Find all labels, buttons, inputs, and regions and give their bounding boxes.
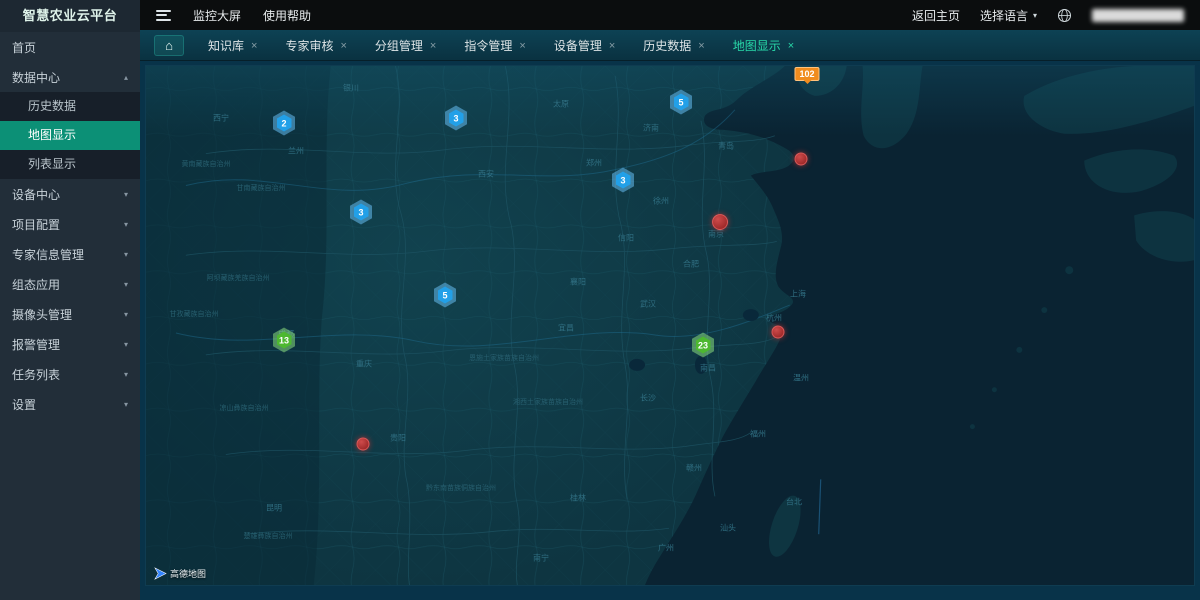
map-point-marker[interactable] <box>357 438 370 451</box>
chevron-down-icon: ▾ <box>124 220 128 229</box>
globe-icon[interactable] <box>1057 8 1072 23</box>
sidebar-item-map-display[interactable]: 地图显示 <box>0 121 140 150</box>
sidebar-item-label: 项目配置 <box>12 216 60 233</box>
close-icon[interactable]: × <box>609 40 615 52</box>
chevron-down-icon: ▾ <box>124 310 128 319</box>
topbar-right: 返回主页 选择语言 ▾ <box>912 7 1184 24</box>
tab-history-data[interactable]: 历史数据 × <box>629 30 718 61</box>
map-canvas[interactable]: 高德地图 西宁兰州银川太原西安郑州济南青岛徐州南京合肥上海杭州武汉长沙南昌温州重… <box>145 65 1195 586</box>
amap-logo-icon <box>154 567 167 580</box>
map-cluster-marker[interactable]: 3 <box>612 168 634 193</box>
help-link[interactable]: 使用帮助 <box>263 7 311 24</box>
tab-label: 地图显示 <box>733 37 781 54</box>
map-cluster-marker[interactable]: 5 <box>434 283 456 308</box>
sidebar-item-task-list[interactable]: 任务列表 ▾ <box>0 359 140 389</box>
chevron-down-icon: ▾ <box>124 340 128 349</box>
main-area: 监控大屏 使用帮助 返回主页 选择语言 ▾ ⌂ 知识库 × <box>140 0 1200 600</box>
hamburger-menu-icon[interactable] <box>156 10 171 21</box>
sidebar-item-scada-app[interactable]: 组态应用 ▾ <box>0 269 140 299</box>
sidebar-item-list-display[interactable]: 列表显示 <box>0 150 140 179</box>
sidebar-nav: 首页 数据中心 ▴ 历史数据 地图显示 列表显示 设备中心 ▾ 项目配置 ▾ 专… <box>0 32 140 419</box>
tab-device-mgmt[interactable]: 设备管理 × <box>540 30 629 61</box>
close-icon[interactable]: × <box>340 40 346 52</box>
tab-expert-review[interactable]: 专家审核 × <box>271 30 360 61</box>
user-account-redacted[interactable] <box>1092 9 1184 22</box>
close-icon[interactable]: × <box>519 40 525 52</box>
tab-bar: ⌂ 知识库 × 专家审核 × 分组管理 × 指令管理 × 设备管理 × <box>140 30 1200 61</box>
sidebar-item-device-center[interactable]: 设备中心 ▾ <box>0 179 140 209</box>
map-cluster-marker[interactable]: 5 <box>670 90 692 115</box>
chevron-down-icon: ▾ <box>124 370 128 379</box>
sidebar-item-label: 组态应用 <box>12 276 60 293</box>
language-label: 选择语言 <box>980 7 1028 24</box>
app-window: 智慧农业云平台 首页 数据中心 ▴ 历史数据 地图显示 列表显示 设备中心 ▾ … <box>0 0 1200 600</box>
map-cluster-marker[interactable]: 2 <box>273 111 295 136</box>
tab-map-display[interactable]: 地图显示 × <box>719 30 808 61</box>
sidebar-item-label: 数据中心 <box>12 69 60 86</box>
chevron-down-icon: ▾ <box>124 250 128 259</box>
close-icon[interactable]: × <box>251 40 257 52</box>
map-attribution[interactable]: 高德地图 <box>154 567 206 580</box>
close-icon[interactable]: × <box>698 40 704 52</box>
sidebar-item-expert-info[interactable]: 专家信息管理 ▾ <box>0 239 140 269</box>
map-point-marker[interactable] <box>795 153 808 166</box>
home-tab[interactable]: ⌂ <box>154 35 184 56</box>
back-home-link[interactable]: 返回主页 <box>912 7 960 24</box>
tab-label: 历史数据 <box>643 37 691 54</box>
sidebar-item-label: 设置 <box>12 396 36 413</box>
tab-command-mgmt[interactable]: 指令管理 × <box>450 30 539 61</box>
sidebar-item-history-data[interactable]: 历史数据 <box>0 92 140 121</box>
map-base-layer <box>146 66 1194 585</box>
tab-label: 分组管理 <box>375 37 423 54</box>
tab-label: 设备管理 <box>554 37 602 54</box>
tab-label: 专家审核 <box>285 37 333 54</box>
app-title: 智慧农业云平台 <box>0 0 140 32</box>
map-panel: 高德地图 西宁兰州银川太原西安郑州济南青岛徐州南京合肥上海杭州武汉长沙南昌温州重… <box>140 61 1200 600</box>
sidebar-item-home[interactable]: 首页 <box>0 32 140 62</box>
sidebar-item-data-center[interactable]: 数据中心 ▴ <box>0 62 140 92</box>
map-point-marker[interactable] <box>772 326 785 339</box>
monitor-screen-link[interactable]: 监控大屏 <box>193 7 241 24</box>
top-bar: 监控大屏 使用帮助 返回主页 选择语言 ▾ <box>140 0 1200 30</box>
chevron-down-icon: ▾ <box>1033 11 1037 20</box>
sidebar: 智慧农业云平台 首页 数据中心 ▴ 历史数据 地图显示 列表显示 设备中心 ▾ … <box>0 0 140 600</box>
map-point-marker[interactable] <box>712 214 728 230</box>
map-cluster-marker[interactable]: 13 <box>273 328 295 353</box>
sidebar-item-label: 任务列表 <box>12 366 60 383</box>
close-icon[interactable]: × <box>788 40 794 52</box>
sidebar-item-label: 首页 <box>12 39 36 56</box>
chevron-down-icon: ▾ <box>124 280 128 289</box>
sidebar-item-label: 摄像头管理 <box>12 306 72 323</box>
tab-label: 指令管理 <box>464 37 512 54</box>
sidebar-submenu-data-center: 历史数据 地图显示 列表显示 <box>0 92 140 179</box>
tab-label: 知识库 <box>208 37 244 54</box>
sidebar-item-alarm-mgmt[interactable]: 报警管理 ▾ <box>0 329 140 359</box>
language-selector[interactable]: 选择语言 ▾ <box>980 7 1037 24</box>
close-icon[interactable]: × <box>430 40 436 52</box>
sidebar-item-label: 设备中心 <box>12 186 60 203</box>
sidebar-item-project-config[interactable]: 项目配置 ▾ <box>0 209 140 239</box>
amap-logo-text: 高德地图 <box>170 567 206 580</box>
chevron-down-icon: ▾ <box>124 190 128 199</box>
sidebar-item-camera-mgmt[interactable]: 摄像头管理 ▾ <box>0 299 140 329</box>
chevron-down-icon: ▾ <box>124 400 128 409</box>
sidebar-item-label: 报警管理 <box>12 336 60 353</box>
map-cluster-marker[interactable]: 23 <box>692 333 714 358</box>
sidebar-item-settings[interactable]: 设置 ▾ <box>0 389 140 419</box>
map-badge-marker[interactable]: 102 <box>794 67 819 81</box>
tab-knowledge-base[interactable]: 知识库 × <box>194 30 271 61</box>
map-cluster-marker[interactable]: 3 <box>445 106 467 131</box>
map-cluster-marker[interactable]: 3 <box>350 200 372 225</box>
sidebar-item-label: 专家信息管理 <box>12 246 84 263</box>
chevron-up-icon: ▴ <box>124 73 128 82</box>
tab-group-mgmt[interactable]: 分组管理 × <box>361 30 450 61</box>
home-icon: ⌂ <box>165 38 173 53</box>
